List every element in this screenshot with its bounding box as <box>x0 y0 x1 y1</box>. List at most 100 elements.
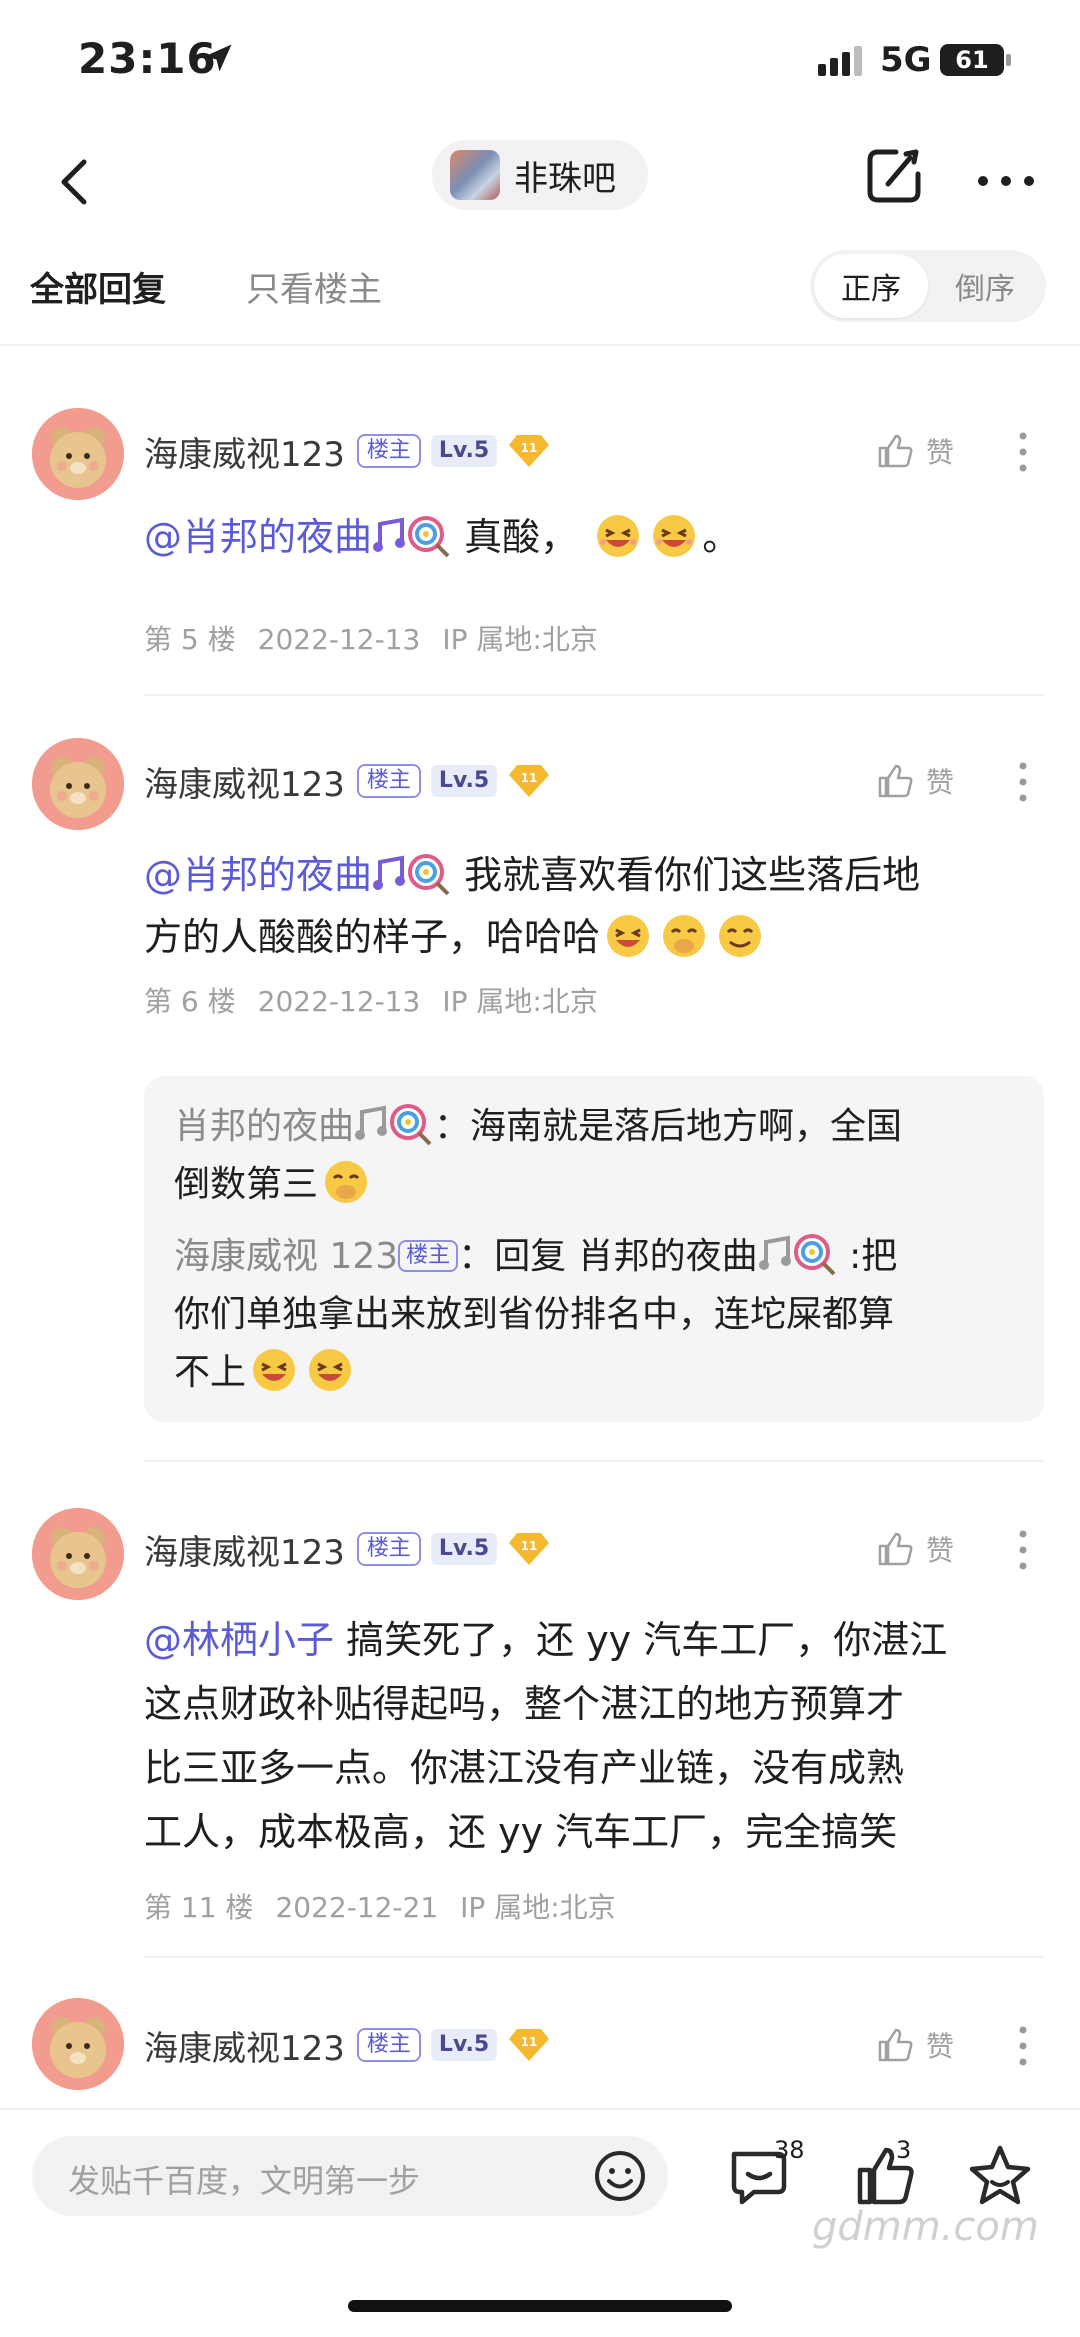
like-label: 赞 <box>926 2030 955 2063</box>
status-time: 23:16 <box>78 34 217 83</box>
post-more-icon[interactable] <box>1016 760 1030 804</box>
like-label: 赞 <box>926 1534 955 1567</box>
back-icon[interactable] <box>46 152 106 212</box>
mention-link[interactable]: @林栖小子 <box>144 1618 334 1662</box>
post-line: @林栖小子 搞笑死了，还 yy 汽车工厂，你湛江 <box>144 1608 1044 1672</box>
post-text: 方的人酸酸的样子，哈哈哈 <box>144 915 601 959</box>
post-meta: 第 11 楼 2022-12-21 IP 属地:北京 <box>144 1886 638 1926</box>
sub-reply-line: 倒数第三 <box>174 1156 1024 1214</box>
grin-emoji-icon <box>597 515 640 557</box>
music-note-icon <box>758 1235 791 1270</box>
reply-box[interactable]: 肖邦的夜曲 ：海南就是落后地方啊，全国 倒数第三 海康威视 123 楼主 ：回复 肖邦… <box>144 1076 1044 1422</box>
reply-input[interactable]: 发贴千百度，文明第一步 <box>32 2136 668 2216</box>
user-row: 海康威视123 楼主 Lv.5 11 <box>144 426 551 476</box>
grin-emoji-icon <box>607 915 650 957</box>
sort-desc-button[interactable]: 倒序 <box>928 254 1042 318</box>
like-button[interactable]: 赞 <box>876 2020 986 2070</box>
username[interactable]: 海康威视123 <box>144 427 345 476</box>
edit-icon[interactable] <box>862 144 926 208</box>
username[interactable]: 海康威视123 <box>144 757 345 806</box>
post-text: 我就喜欢看你们这些落后地 <box>464 853 921 897</box>
sub-reply-text: 倒数第三 <box>174 1164 319 1205</box>
post-meta: 第 5 楼 2022-12-13 IP 属地:北京 <box>144 618 620 658</box>
like-button[interactable]: 赞 <box>876 426 986 476</box>
tab-owner-only[interactable]: 只看楼主 <box>246 262 382 311</box>
floor-number: 第 11 楼 <box>144 1891 254 1924</box>
network-type: 5G <box>880 40 932 80</box>
home-indicator <box>348 2300 732 2312</box>
gem-icon: 11 <box>509 435 550 467</box>
nav-bar: 非珠吧 <box>0 130 1080 240</box>
sub-reply[interactable]: 海康威视 123 楼主 ：回复 肖邦的夜曲 :把 你们单独拿出来放到省份排名中，连坨… <box>174 1228 1024 1402</box>
gem-icon: 11 <box>509 1533 550 1565</box>
avatar[interactable] <box>32 738 124 830</box>
music-note-icon <box>355 1105 388 1140</box>
like-button[interactable]: 赞 <box>876 756 986 806</box>
owner-badge: 楼主 <box>356 764 421 798</box>
username[interactable]: 海康威视123 <box>144 1525 345 1574</box>
like-count: 3 <box>896 2136 912 2164</box>
post-line: 方的人酸酸的样子，哈哈哈 <box>144 906 1044 968</box>
post-more-icon[interactable] <box>1016 430 1030 474</box>
avatar[interactable] <box>32 1508 124 1600</box>
battery-cap <box>1006 54 1011 66</box>
avatar[interactable] <box>32 408 124 500</box>
username[interactable]: 海康威视123 <box>144 2021 345 2070</box>
post-more-icon[interactable] <box>1016 1528 1030 1572</box>
star-icon[interactable] <box>964 2140 1036 2212</box>
post-line: 比三亚多一点。你湛江没有产业链，没有成熟 <box>144 1736 1044 1800</box>
thumbs-up-icon <box>878 1532 913 1566</box>
sub-reply-line: 海康威视 123 楼主 ：回复 肖邦的夜曲 :把 <box>174 1228 1024 1286</box>
post-line: 这点财政补贴得起吗，整个湛江的地方预算才 <box>144 1672 1044 1736</box>
forum-button[interactable]: 非珠吧 <box>432 140 648 210</box>
thumbs-up-icon <box>878 2028 913 2062</box>
svg-text:11: 11 <box>521 771 538 785</box>
post-text: 真酸， <box>464 515 579 559</box>
bear-avatar-icon <box>32 1508 124 1600</box>
post-date: 2022-12-13 <box>257 985 421 1018</box>
sub-reply-text: :把 <box>849 1236 898 1277</box>
post-date: 2022-12-21 <box>275 1891 439 1924</box>
sub-reply-text: ：海南就是落后地方啊，全国 <box>434 1106 903 1147</box>
ip-location: IP 属地:北京 <box>442 985 598 1018</box>
tabs-row: 全部回复 只看楼主 正序 倒序 <box>0 240 1080 350</box>
more-icon[interactable] <box>976 174 1036 188</box>
sort-toggle: 正序 倒序 <box>810 250 1046 322</box>
post-divider <box>144 1956 1044 1958</box>
mention-link[interactable]: @肖邦的夜曲 <box>144 853 372 897</box>
owner-badge: 楼主 <box>398 1240 459 1272</box>
post-content: @肖邦的夜曲 真酸， 。 <box>144 506 1044 568</box>
sub-reply-author[interactable]: 肖邦的夜曲 <box>174 1106 354 1147</box>
avatar[interactable] <box>32 1998 124 2090</box>
divider <box>0 344 1080 346</box>
mention-link[interactable]: @肖邦的夜曲 <box>144 515 372 559</box>
floor-number: 第 5 楼 <box>144 623 236 656</box>
post-more-icon[interactable] <box>1016 2024 1030 2068</box>
sub-reply-author[interactable]: 海康威视 123 <box>174 1236 398 1277</box>
svg-text:11: 11 <box>521 2035 538 2049</box>
lollipop-icon <box>793 1234 836 1276</box>
tab-all-replies[interactable]: 全部回复 <box>30 262 166 311</box>
post-text: 这点财政补贴得起吗，整个湛江的地方预算才 <box>144 1682 905 1726</box>
like-button[interactable]: 赞 <box>876 1524 986 1574</box>
smile-emoji-icon <box>719 915 762 957</box>
emoji-picker-icon[interactable] <box>592 2148 648 2204</box>
battery-icon: 61 <box>940 44 1004 76</box>
level-badge: Lv.5 <box>430 2029 498 2061</box>
sub-reply[interactable]: 肖邦的夜曲 ：海南就是落后地方啊，全国 倒数第三 <box>174 1098 1024 1214</box>
ip-location: IP 属地:北京 <box>442 623 598 656</box>
post-date: 2022-12-13 <box>257 623 421 656</box>
location-arrow-icon <box>204 44 232 72</box>
user-row: 海康威视123 楼主 Lv.5 11 <box>144 1524 551 1574</box>
ip-location: IP 属地:北京 <box>460 1891 616 1924</box>
bear-avatar-icon <box>32 408 124 500</box>
post-line: @肖邦的夜曲 我就喜欢看你们这些落后地 <box>144 844 1044 906</box>
sort-asc-button[interactable]: 正序 <box>814 254 928 318</box>
sub-reply-text: 你们单独拿出来放到省份排名中，连坨屎都算 <box>174 1294 895 1335</box>
post-divider <box>144 1460 1044 1462</box>
forum-name: 非珠吧 <box>514 158 616 199</box>
sub-reply-prefix: ：回复 肖邦的夜曲 <box>458 1236 758 1277</box>
thumbs-up-icon <box>878 434 913 468</box>
like-label: 赞 <box>926 766 955 799</box>
bear-avatar-icon <box>32 1998 124 2090</box>
